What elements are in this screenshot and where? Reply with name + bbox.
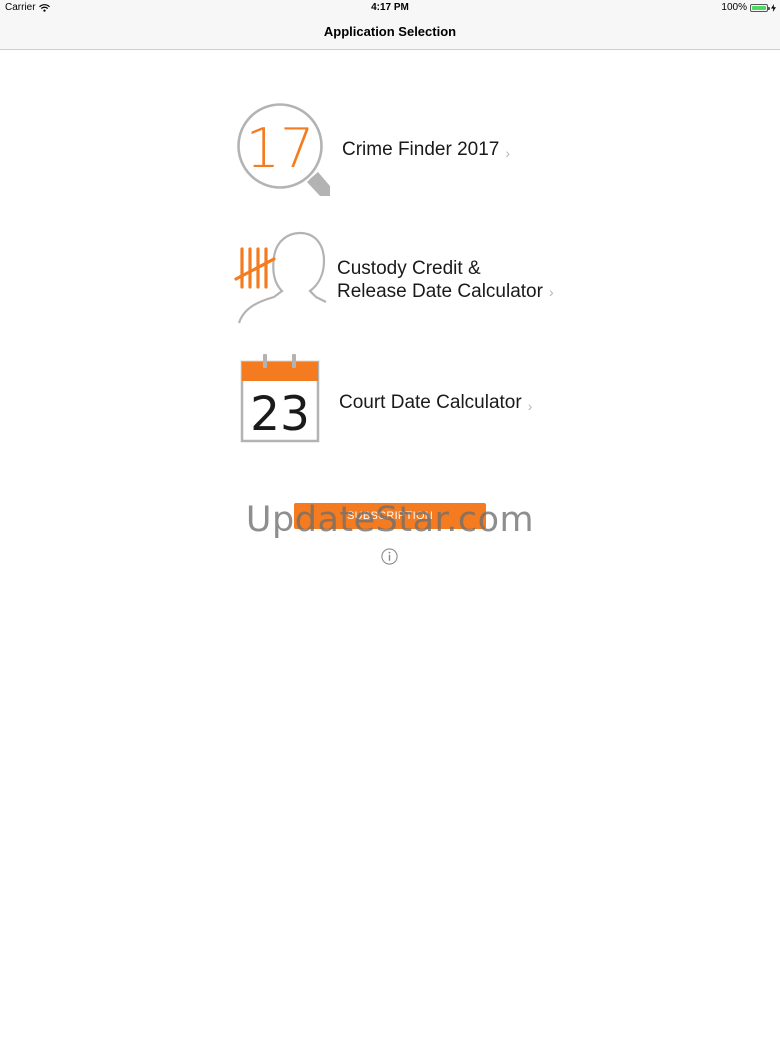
court-date-label: Court Date Calculator — [339, 391, 522, 413]
crime-finder-number: 17 — [246, 117, 315, 180]
crime-finder-label-group: Crime Finder 2017 › — [342, 138, 510, 161]
calendar-icon: 23 — [240, 354, 320, 443]
magnifier-calendar-icon: 17 — [237, 103, 330, 196]
subscription-button[interactable]: SUBSCRIPTION — [294, 503, 486, 529]
custody-credit-label-group: Custody Credit & Release Date Calculator… — [337, 257, 554, 303]
battery-percent: 100% — [721, 2, 747, 13]
chevron-right-icon: › — [527, 397, 533, 414]
chevron-right-icon: › — [548, 284, 554, 300]
info-icon[interactable] — [381, 548, 398, 565]
custody-credit-label: Custody Credit & Release Date Calculator — [337, 257, 543, 303]
charging-bolt-icon — [771, 3, 776, 12]
battery-status: 100% — [721, 2, 776, 13]
page-title: Application Selection — [323, 24, 457, 39]
app-selection-screen: Carrier 4:17 PM 100% Application Selecti… — [0, 0, 780, 1041]
crime-finder-label: Crime Finder 2017 — [342, 138, 500, 160]
custody-credit-label-line2: Release Date Calculator — [337, 281, 543, 302]
app-row-custody-credit[interactable]: Custody Credit & Release Date Calculator… — [234, 231, 554, 325]
battery-level-fill — [752, 5, 766, 10]
battery-icon — [750, 3, 770, 12]
app-row-court-date-calculator[interactable]: 23 Court Date Calculator › — [240, 354, 532, 444]
status-time: 4:17 PM — [371, 2, 409, 13]
status-bar: Carrier 4:17 PM 100% — [0, 0, 780, 16]
person-tally-icon — [234, 231, 327, 324]
custody-credit-label-line1: Custody Credit & — [337, 258, 481, 279]
battery-tip — [768, 6, 770, 10]
court-date-label-group: Court Date Calculator › — [339, 391, 532, 414]
court-date-number: 23 — [250, 387, 310, 442]
navigation-bar: Application Selection — [0, 16, 780, 50]
app-row-crime-finder[interactable]: 17 Crime Finder 2017 › — [236, 102, 510, 198]
chevron-right-icon: › — [505, 144, 511, 161]
